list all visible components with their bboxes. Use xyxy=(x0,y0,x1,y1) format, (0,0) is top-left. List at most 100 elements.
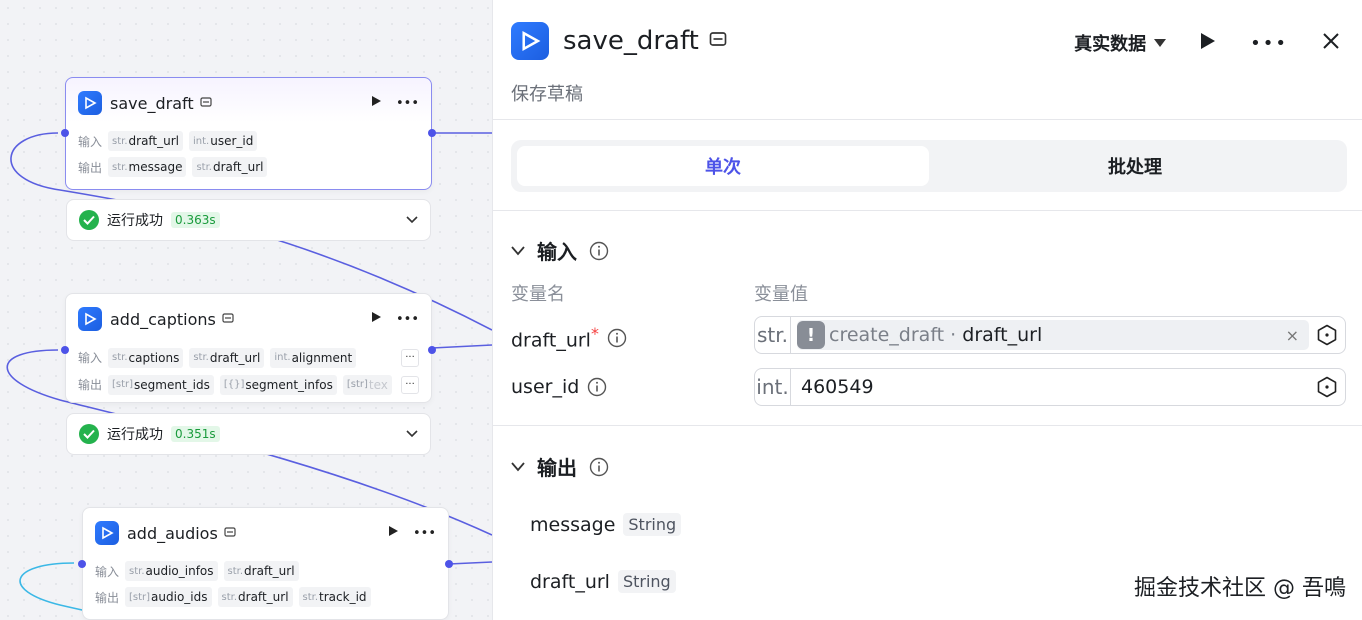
variable-picker-icon[interactable] xyxy=(1309,324,1345,346)
variable-picker-icon[interactable] xyxy=(1309,376,1345,398)
output-chip: [{}] segment_infos xyxy=(219,374,337,395)
caret-down-icon xyxy=(1154,39,1167,47)
input-chip: str. draft_url xyxy=(223,561,299,581)
input-port[interactable] xyxy=(61,346,69,354)
tab-single[interactable]: 单次 xyxy=(517,146,929,186)
status-text: 运行成功 xyxy=(107,427,163,443)
more-icon[interactable]: ••• xyxy=(1250,33,1288,54)
run-icon[interactable] xyxy=(371,311,382,327)
inputs-label: 输入 xyxy=(78,134,103,149)
variable-reference[interactable]: ! create_draft · draft_url × xyxy=(797,320,1309,350)
run-status-bar[interactable]: 运行成功 0.363s xyxy=(66,199,431,241)
close-icon[interactable] xyxy=(1322,32,1340,55)
section-title: 输入 xyxy=(537,240,577,264)
more-icon[interactable]: ••• xyxy=(396,96,419,111)
input-port[interactable] xyxy=(61,129,69,137)
chevron-down-icon xyxy=(511,245,525,255)
workflow-canvas[interactable]: save_draft ••• 输入 str. draft_url int. user… xyxy=(0,0,492,620)
info-icon[interactable] xyxy=(589,457,609,477)
node-add-captions[interactable]: add_captions ••• 输入 str. captions str. dra… xyxy=(65,293,432,403)
store-icon xyxy=(222,312,234,327)
output-port[interactable] xyxy=(428,346,436,354)
input-chip: str. captions xyxy=(108,347,184,368)
column-header-name: 变量名 xyxy=(511,284,565,305)
input-section-header[interactable]: 输入 xyxy=(511,236,609,265)
draft-url-field[interactable]: str. ! create_draft · draft_url × xyxy=(754,316,1346,354)
plugin-icon xyxy=(95,521,119,545)
user-id-field[interactable]: int. 460549 xyxy=(754,368,1346,406)
run-icon[interactable] xyxy=(388,525,399,541)
node-add-audios[interactable]: add_audios ••• 输入 str. audio_infos str. dr… xyxy=(82,507,449,620)
input-chip: str. draft_url xyxy=(189,347,265,368)
required-mark: * xyxy=(590,324,599,343)
info-icon[interactable] xyxy=(587,377,607,397)
run-time-badge: 0.363s xyxy=(171,212,220,228)
info-icon[interactable] xyxy=(589,241,609,261)
more-outputs-button[interactable]: ··· xyxy=(401,375,419,394)
chevron-down-icon[interactable] xyxy=(406,212,418,228)
node-title: add_audios xyxy=(127,523,218,543)
store-icon xyxy=(200,96,212,111)
divider xyxy=(493,210,1362,211)
success-check-icon xyxy=(79,424,99,444)
inputs-label: 输入 xyxy=(78,351,103,365)
output-chip: [str] tex xyxy=(342,374,392,395)
run-mode-tabs: 单次 批处理 xyxy=(511,140,1347,192)
node-save-draft[interactable]: save_draft ••• 输入 str. draft_url int. user… xyxy=(65,77,432,190)
inputs-label: 输入 xyxy=(95,564,120,579)
output-chip: [str] segment_ids xyxy=(108,374,214,395)
output-chip: str. draft_url xyxy=(192,157,268,177)
type-badge: String xyxy=(617,570,676,593)
output-chip: str. message xyxy=(108,157,187,177)
input-chip: str. audio_infos xyxy=(125,561,218,581)
outputs-label: 输出 xyxy=(78,378,103,392)
input-port[interactable] xyxy=(78,560,86,568)
chevron-down-icon xyxy=(511,461,525,471)
type-label: int. xyxy=(755,369,791,405)
divider xyxy=(493,119,1362,120)
plugin-icon xyxy=(78,307,102,331)
output-port[interactable] xyxy=(428,129,436,137)
info-icon[interactable] xyxy=(607,328,627,348)
output-port[interactable] xyxy=(445,560,453,568)
run-icon[interactable] xyxy=(371,95,382,111)
type-label: str. xyxy=(755,317,791,353)
more-inputs-button[interactable]: ··· xyxy=(401,348,419,367)
status-text: 运行成功 xyxy=(107,213,163,229)
user-id-value[interactable]: 460549 xyxy=(801,376,1309,398)
outputs-label: 输出 xyxy=(78,160,103,175)
more-icon[interactable]: ••• xyxy=(396,312,419,327)
output-chip: str. track_id xyxy=(298,587,371,607)
outputs-label: 输出 xyxy=(95,590,120,605)
chevron-down-icon[interactable] xyxy=(406,426,418,442)
more-icon[interactable]: ••• xyxy=(413,526,436,541)
divider xyxy=(493,425,1362,426)
section-title: 输出 xyxy=(537,456,577,480)
input-var-draft-url: draft_url* xyxy=(511,324,627,351)
input-chip: int. alignment xyxy=(270,347,357,368)
node-detail-panel: save_draft 真实数据 ••• 保存草稿 单次 批处理 输入 变量名 变… xyxy=(492,0,1362,620)
watermark: 掘金技术社区 @ 吾鳴 xyxy=(1134,576,1346,601)
plugin-icon xyxy=(511,22,549,60)
column-header-value: 变量值 xyxy=(754,284,808,305)
node-title: add_captions xyxy=(110,309,216,329)
data-mode-dropdown[interactable]: 真实数据 xyxy=(1074,30,1167,56)
output-chip: [str] audio_ids xyxy=(125,587,212,607)
run-icon[interactable] xyxy=(1200,32,1216,55)
tab-batch[interactable]: 批处理 xyxy=(929,146,1341,186)
success-check-icon xyxy=(79,210,99,230)
run-status-bar[interactable]: 运行成功 0.351s xyxy=(66,413,431,455)
input-chip: str. draft_url xyxy=(108,131,184,151)
warning-icon: ! xyxy=(797,321,825,349)
output-chip: str. draft_url xyxy=(217,587,293,607)
clear-reference-button[interactable]: × xyxy=(1286,326,1299,345)
plugin-icon xyxy=(78,91,102,115)
node-title: save_draft xyxy=(110,93,194,113)
output-var-message: message String xyxy=(530,513,682,536)
type-badge: String xyxy=(623,513,682,536)
input-var-user-id: user_id xyxy=(511,376,607,398)
panel-title: save_draft xyxy=(563,26,699,56)
output-section-header[interactable]: 输出 xyxy=(511,452,609,481)
store-icon xyxy=(224,526,236,541)
panel-description: 保存草稿 xyxy=(511,84,583,105)
